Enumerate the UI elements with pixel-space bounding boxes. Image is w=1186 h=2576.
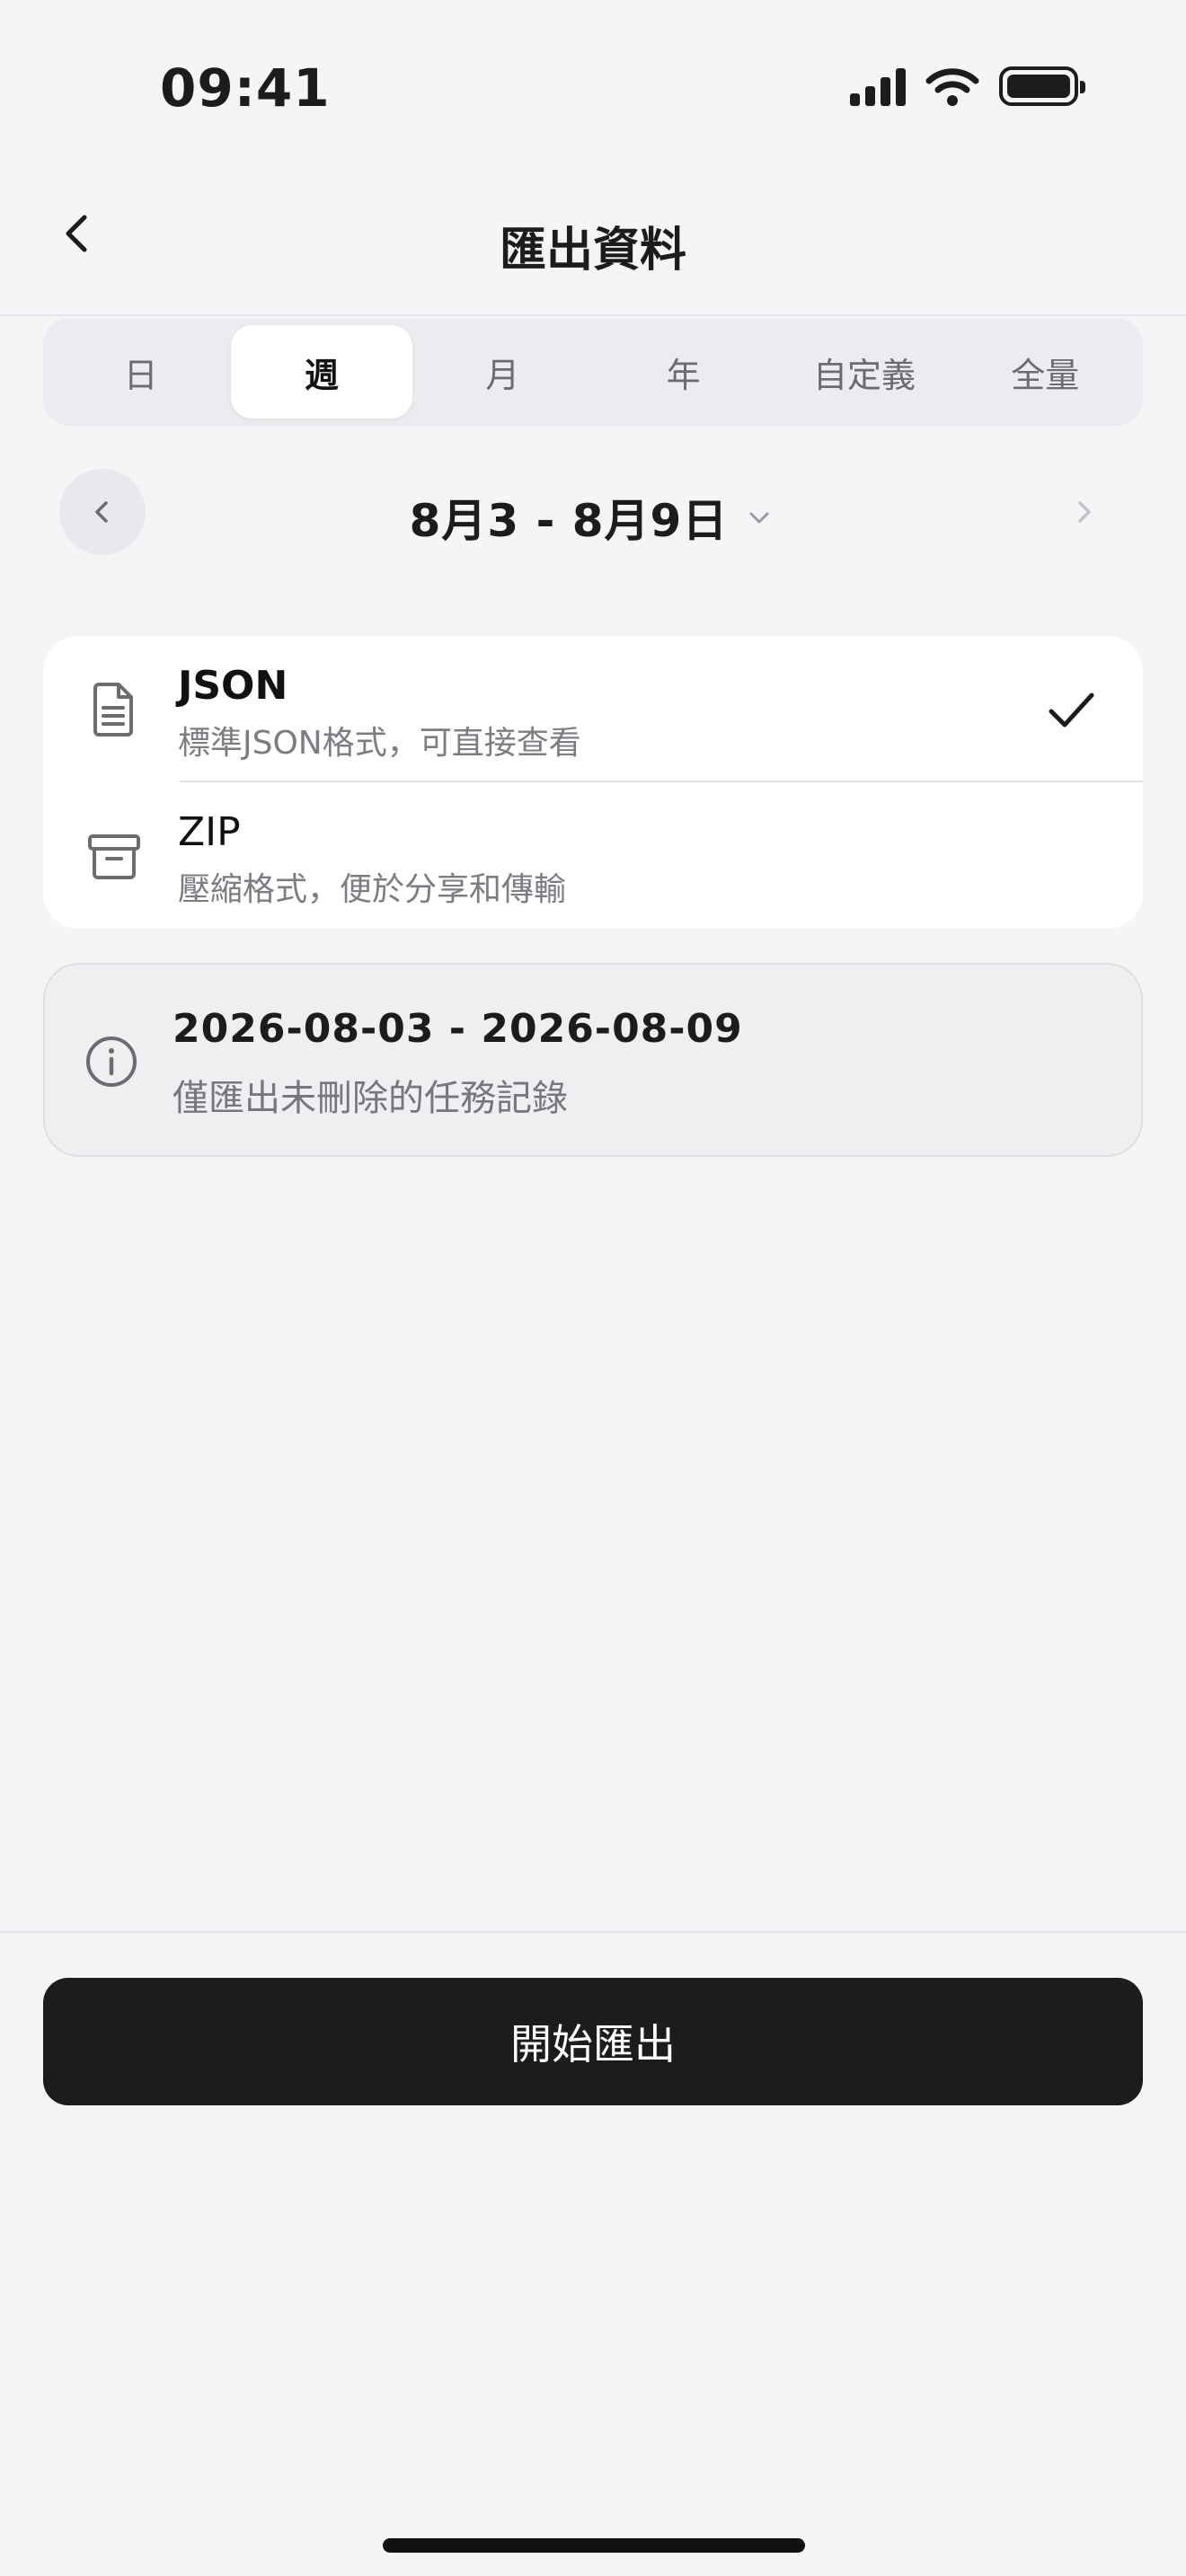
document-icon: [93, 683, 133, 737]
tab-day[interactable]: 日: [50, 325, 231, 419]
date-range-picker[interactable]: 8月3 - 8月9日: [58, 485, 1127, 550]
format-name: JSON: [178, 663, 288, 709]
navigation-bar: 匯出資料: [0, 171, 1186, 316]
tab-year[interactable]: 年: [593, 325, 774, 419]
tab-week[interactable]: 週: [231, 325, 412, 419]
next-period-button[interactable]: [1040, 469, 1127, 555]
export-info-box: 2026-08-03 - 2026-08-09 僅匯出未刪除的任務記錄: [43, 963, 1143, 1157]
tab-month[interactable]: 月: [412, 325, 593, 419]
checkmark-icon: [1049, 693, 1094, 728]
status-icons: [850, 66, 1085, 106]
wifi-icon: [925, 68, 979, 106]
info-icon: [86, 1037, 137, 1087]
format-option-json[interactable]: JSON 標準JSON格式，可直接查看: [43, 636, 1143, 782]
tab-custom[interactable]: 自定義: [774, 325, 954, 419]
format-description: 壓縮格式，便於分享和傳輸: [178, 871, 567, 908]
date-range-label: 8月3 - 8月9日: [409, 495, 729, 547]
archive-icon: [88, 834, 140, 879]
cellular-signal-icon: [850, 66, 906, 106]
divider: [0, 1931, 1186, 1933]
export-format-list: JSON 標準JSON格式，可直接查看 ZIP 壓縮格式，便於分享和傳輸: [43, 636, 1143, 929]
format-option-zip[interactable]: ZIP 壓縮格式，便於分享和傳輸: [43, 782, 1143, 929]
tab-all[interactable]: 全量: [955, 325, 1136, 419]
chevron-down-icon: [749, 512, 769, 524]
export-note: 僅匯出未刪除的任務記錄: [173, 1078, 568, 1119]
home-indicator: [383, 2538, 805, 2553]
export-date-range: 2026-08-03 - 2026-08-09: [173, 1006, 743, 1052]
period-segmented-control: 日 週 月 年 自定義 全量: [43, 318, 1143, 426]
battery-icon: [999, 66, 1085, 106]
date-navigator: 8月3 - 8月9日: [58, 467, 1127, 557]
start-export-button[interactable]: 開始匯出: [43, 1978, 1143, 2105]
format-description: 標準JSON格式，可直接查看: [178, 725, 581, 762]
chevron-right-icon: [1078, 501, 1091, 523]
status-time: 09:41: [160, 57, 331, 119]
format-name: ZIP: [178, 809, 241, 855]
status-bar: 09:41: [0, 0, 1186, 171]
page-title: 匯出資料: [499, 224, 686, 278]
